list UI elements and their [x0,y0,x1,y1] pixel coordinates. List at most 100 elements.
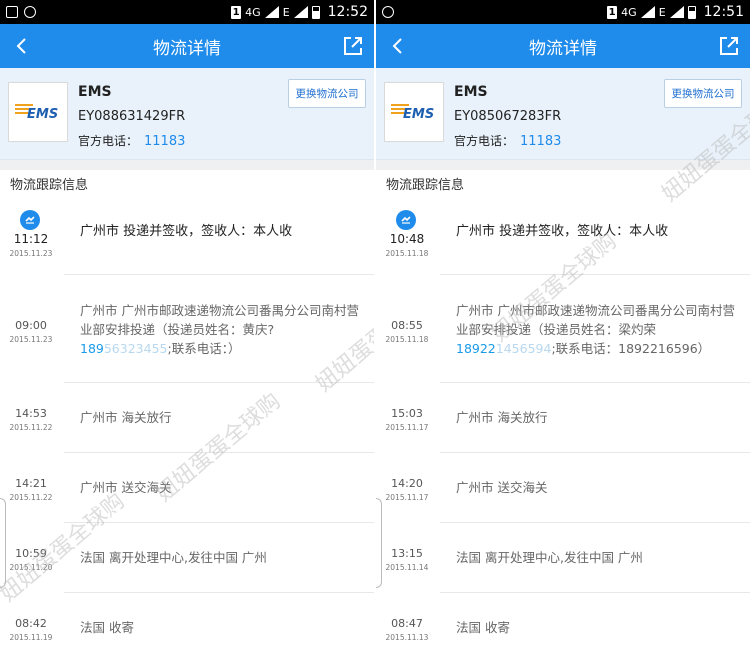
section-divider [0,160,374,170]
section-divider [376,160,750,170]
status-bar: 1 4G E 12:52 [0,0,374,24]
tracking-event: 14:21 2015.11.22 广州市 送交海关 [10,452,374,522]
event-description: 广州市 海关放行 [80,410,172,425]
event-date: 2015.11.13 [385,633,429,642]
event-description: 法国 离开处理中心,发往中国 广州 [456,550,643,565]
carrier-name: EMS [78,84,112,100]
event-time: 08:42 [15,617,47,630]
event-description: 广州市 投递并签收，签收人：本人收 [456,224,669,239]
gallery-icon [6,6,18,18]
event-description-text: 广州市 广州市邮政速递物流公司番禺分公司南村营业部安排投递（投递员姓名：黄庆? [80,303,359,337]
change-carrier-button[interactable]: 更换物流公司 [288,79,366,108]
signal-icon [640,6,655,18]
tracking-event: 15:03 2015.11.17 广州市 海关放行 [386,382,750,452]
tracking-section-title: 物流跟踪信息 [0,170,374,202]
event-time: 11:12 [13,232,49,246]
sync-icon [382,6,394,18]
nav-bar: 物流详情 [0,24,374,68]
tracking-timeline: 11:12 2015.11.23 广州市 投递并签收，签收人：本人收 09:00… [0,202,374,662]
event-description-tail: ;联系电话：） [167,341,241,356]
official-phone-row: 官方电话： 11183 [78,132,185,149]
carrier-name: EMS [454,84,488,100]
event-description: 广州市 广州市邮政速递物流公司番禺分公司南村营业部安排投递（投递员姓名：梁灼荣 … [456,301,742,358]
event-time: 14:20 [391,477,423,490]
page-title: 物流详情 [529,38,597,59]
event-time: 13:15 [391,547,423,560]
network-type: 4G [245,5,261,19]
page-title: 物流详情 [153,38,221,59]
tracking-timeline: 10:48 2015.11.18 广州市 投递并签收，签收人：本人收 08:55… [376,202,750,662]
tracking-event: 14:20 2015.11.17 广州市 送交海关 [386,452,750,522]
event-time: 15:03 [391,407,423,420]
tracking-event: 08:42 2015.11.19 法国 收寄 [10,592,374,662]
event-date: 2015.11.23 [9,249,53,258]
event-date: 2015.11.18 [385,335,429,344]
share-icon[interactable] [718,35,740,57]
carrier-logo: EMS [8,82,68,142]
event-description: 法国 收寄 [456,620,510,635]
network-type: 4G [621,5,637,19]
back-arrow-icon[interactable] [388,36,408,56]
event-description-tail: ;联系电话：1892216596） [551,341,711,356]
event-date: 2015.11.20 [9,563,53,572]
official-phone-row: 官方电话： 11183 [454,132,561,149]
event-description: 广州市 投递并签收，签收人：本人收 [80,224,293,239]
tracking-number: EY085067283FR [454,109,562,124]
ems-logo-icon: EMS [391,104,434,122]
event-time: 10:48 [389,232,425,246]
event-date: 2015.11.14 [385,563,429,572]
event-date: 2015.11.22 [9,493,53,502]
sim-icon: 1 [607,5,618,19]
signal-icon-2 [293,6,308,18]
event-description: 广州市 送交海关 [456,480,548,495]
event-description: 广州市 送交海关 [80,480,172,495]
network-subtype: E [658,5,666,19]
status-clock: 12:51 [703,4,744,20]
event-time: 08:55 [391,319,423,332]
official-phone-label: 官方电话： [454,134,515,148]
courier-phone-blurred: 1456594 [495,341,552,356]
share-icon[interactable] [342,35,364,57]
svg-text:EMS: EMS [27,107,58,122]
status-bar: 1 4G E 12:51 [376,0,750,24]
event-time: 10:59 [15,547,47,560]
official-phone-number[interactable]: 11183 [520,134,561,149]
edge-handle[interactable] [0,498,6,588]
event-description: 法国 离开处理中心,发往中国 广州 [80,550,267,565]
event-date: 2015.11.17 [385,493,429,502]
phone-screen-right: 1 4G E 12:51 物流详情 EMS EMS EY085067283FR … [376,0,750,668]
edge-handle[interactable] [376,498,382,588]
carrier-logo: EMS [384,82,444,142]
official-phone-number[interactable]: 11183 [144,134,185,149]
courier-phone[interactable]: 189 [80,341,104,356]
network-subtype: E [282,5,290,19]
back-arrow-icon[interactable] [12,36,32,56]
status-clock: 12:52 [327,4,368,20]
svg-text:EMS: EMS [403,107,434,122]
event-time: 09:00 [15,319,47,332]
tracking-event: 09:00 2015.11.23 广州市 广州市邮政速递物流公司番禺分公司南村营… [10,274,374,382]
tracking-event: 11:12 2015.11.23 广州市 投递并签收，签收人：本人收 [10,202,374,274]
sim-icon: 1 [231,5,242,19]
nav-bar: 物流详情 [376,24,750,68]
courier-phone-blurred: 56323455 [103,341,168,356]
carrier-card: EMS EMS EY085067283FR 官方电话： 11183 更换物流公司 [376,68,750,160]
courier-phone[interactable]: 18922 [456,341,496,356]
event-time: 14:53 [15,407,47,420]
event-date: 2015.11.18 [385,249,429,258]
tracking-event: 08:55 2015.11.18 广州市 广州市邮政速递物流公司番禺分公司南村营… [386,274,750,382]
event-date: 2015.11.17 [385,423,429,432]
tracking-number: EY088631429FR [78,109,186,124]
signal-icon [264,6,279,18]
event-date: 2015.11.22 [9,423,53,432]
tracking-event: 14:53 2015.11.22 广州市 海关放行 [10,382,374,452]
signal-icon-2 [669,6,684,18]
event-description: 广州市 海关放行 [456,410,548,425]
tracking-event: 08:47 2015.11.13 法国 收寄 [386,592,750,662]
official-phone-label: 官方电话： [78,134,139,148]
screenshot-pair: 1 4G E 12:52 物流详情 EMS EMS EY088631429FR … [0,0,750,668]
event-date: 2015.11.23 [9,335,53,344]
change-carrier-button[interactable]: 更换物流公司 [664,79,742,108]
sync-icon [24,6,36,18]
battery-icon [311,5,320,19]
